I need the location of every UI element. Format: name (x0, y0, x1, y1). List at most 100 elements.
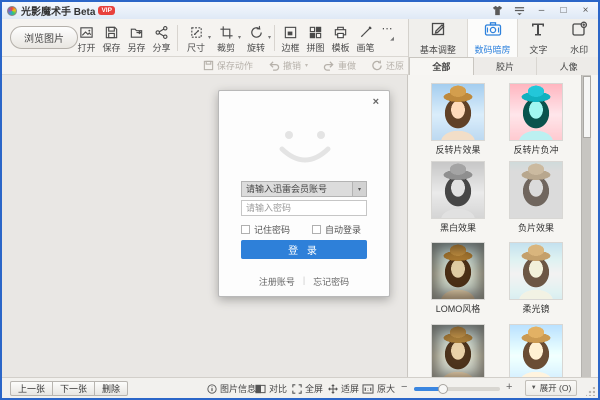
tab-basic-adjust[interactable]: 基本调整 (409, 19, 467, 57)
chevron-down-icon: ▾ (305, 62, 308, 69)
share-button[interactable]: 分享 (149, 22, 174, 54)
forgot-password-link[interactable]: 忘记密码 (313, 275, 349, 288)
open-icon (79, 24, 94, 40)
rotate-icon (249, 24, 264, 40)
expand-button[interactable]: ▼ 展开 (O) (525, 380, 577, 396)
border-icon (283, 24, 298, 40)
redo-button[interactable]: 重做 (323, 59, 356, 72)
collage-button[interactable]: 拼图 (303, 22, 328, 54)
dialog-links: 注册账号 | 忘记密码 (219, 275, 389, 288)
close-button[interactable]: × (579, 4, 592, 17)
effect-item[interactable]: 反转片负冲 (510, 84, 562, 156)
login-options: 记住密码 自动登录 (241, 223, 367, 236)
effect-thumbnail (510, 162, 562, 218)
chevron-down-icon[interactable]: ▾ (268, 34, 271, 41)
caret-down-icon: ▼ (531, 385, 537, 391)
save-action-button[interactable]: 保存动作 (203, 59, 253, 72)
fit-screen-icon (328, 384, 338, 394)
link-separator: | (303, 275, 305, 288)
text-icon (530, 21, 546, 42)
zoom-slider[interactable] (414, 387, 500, 391)
zoom-in-icon[interactable]: + (506, 381, 512, 393)
login-button[interactable]: 登 录 (241, 240, 367, 259)
minimize-button[interactable]: – (535, 4, 548, 17)
effect-thumbnail (510, 243, 562, 299)
effect-item[interactable]: 黑白效果 (432, 162, 484, 234)
original-size-button[interactable]: 原大 (362, 382, 395, 395)
subtab-all[interactable]: 全部 (409, 57, 474, 75)
browse-images-button[interactable]: 浏览图片 (10, 26, 78, 49)
checkbox-icon (312, 225, 321, 234)
effect-thumbnail (510, 84, 562, 140)
fullscreen-button[interactable]: 全屏 (292, 382, 323, 395)
rotate-button[interactable]: 旋转 ▾ (241, 22, 271, 54)
delete-button[interactable]: 删除 (95, 381, 128, 396)
camera-icon (484, 21, 502, 42)
border-button[interactable]: 边框 (278, 22, 303, 54)
info-icon (207, 384, 217, 394)
remember-password-checkbox[interactable]: 记住密码 (241, 223, 290, 236)
tab-watermark[interactable]: 水印 (558, 19, 600, 57)
account-input[interactable]: 请输入迅雷会员账号 ▾ (241, 181, 367, 197)
more-tools-button[interactable]: ⋯ ◢ (378, 22, 396, 36)
restore-icon (371, 60, 383, 71)
subtab-portrait[interactable]: 人像 (537, 57, 600, 75)
save-as-button[interactable]: 另存 (124, 22, 149, 54)
zoom-out-icon[interactable]: − (401, 381, 407, 393)
open-button[interactable]: 打开 (74, 22, 99, 54)
original-size-icon (362, 384, 374, 394)
previous-button[interactable]: 上一张 (10, 381, 53, 396)
next-button[interactable]: 下一张 (53, 381, 95, 396)
template-button[interactable]: 模板 (328, 22, 353, 54)
effect-thumbnail (432, 162, 484, 218)
checkbox-icon (241, 225, 250, 234)
skin-icon[interactable] (491, 4, 504, 17)
window-controls: – □ × (491, 4, 592, 17)
app-title: 光影魔术手 Beta (21, 3, 95, 18)
compare-icon (255, 384, 266, 394)
subtab-film[interactable]: 胶片 (474, 57, 538, 75)
resize-grip[interactable] (586, 387, 595, 396)
corner-expand-icon: ◢ (390, 36, 394, 42)
effect-item[interactable] (510, 325, 562, 377)
panel-tabs: 基本调整 数码暗房 文字 水印 (408, 19, 600, 57)
brush-icon (358, 24, 373, 40)
fit-screen-button[interactable]: 适屏 (328, 382, 359, 395)
effect-item[interactable]: 反转片效果 (432, 84, 484, 156)
effect-thumbnail (510, 325, 562, 377)
save-as-icon (129, 24, 144, 40)
register-link[interactable]: 注册账号 (259, 275, 295, 288)
tab-text[interactable]: 文字 (518, 19, 558, 57)
crop-button[interactable]: 裁剪 ▾ (211, 22, 241, 54)
toolbar-separator (177, 25, 178, 51)
compare-button[interactable]: 对比 (255, 382, 287, 395)
effect-item[interactable]: 柔光镜 (510, 243, 562, 315)
dialog-close-icon[interactable]: × (373, 96, 379, 108)
brush-button[interactable]: 画笔 (353, 22, 378, 54)
tab-digital-darkroom[interactable]: 数码暗房 (467, 19, 519, 57)
maximize-button[interactable]: □ (557, 4, 570, 17)
more-icon: ⋯ (382, 22, 393, 36)
effect-item[interactable] (432, 325, 484, 377)
effect-item[interactable]: LOMO风格 (432, 243, 484, 315)
scrollbar-thumb[interactable] (583, 76, 591, 138)
crop-icon (219, 24, 234, 40)
share-icon (154, 24, 169, 40)
combo-dropdown-icon[interactable]: ▾ (352, 182, 366, 196)
redo-icon (323, 60, 335, 71)
watermark-icon (571, 21, 587, 42)
effect-item[interactable]: 负片效果 (510, 162, 562, 234)
resize-button[interactable]: 尺寸 ▾ (181, 22, 211, 54)
auto-login-checkbox[interactable]: 自动登录 (312, 223, 361, 236)
restore-button[interactable]: 还原 (371, 59, 404, 72)
main-menu-icon[interactable] (513, 4, 526, 17)
adjust-icon (430, 21, 446, 42)
password-input[interactable] (241, 200, 367, 216)
image-info-button[interactable]: 图片信息 (207, 382, 256, 395)
slider-knob[interactable] (438, 384, 448, 394)
panel-scrollbar[interactable] (581, 75, 591, 377)
login-dialog: × 请输入迅雷会员账号 ▾ 记住密码 自动登录 (218, 90, 390, 297)
save-button[interactable]: 保存 (99, 22, 124, 54)
undo-button[interactable]: 撤销 ▾ (268, 59, 308, 72)
toolbar-buttons: 打开 保存 另存 分享 (74, 22, 396, 54)
